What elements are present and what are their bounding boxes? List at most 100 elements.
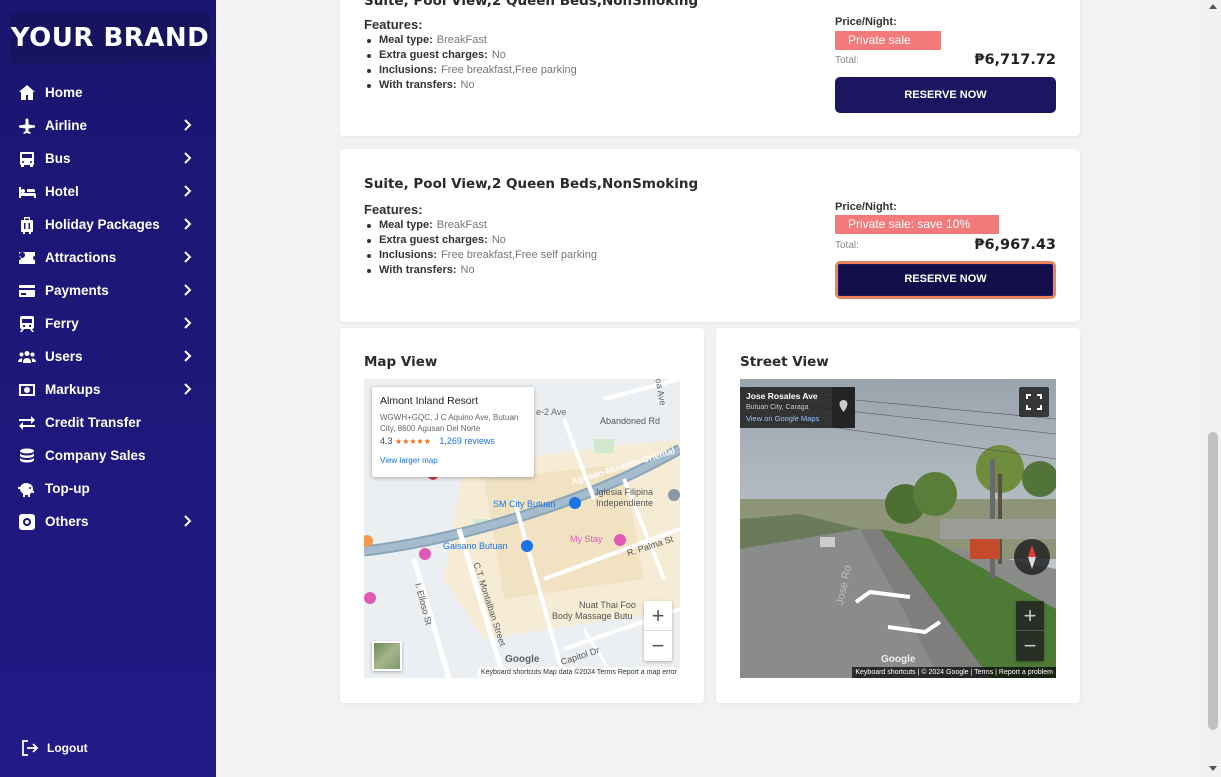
google-map[interactable]: oa Ave e-2 Ave Abandoned Rd t Agusan-Mis…: [364, 379, 680, 678]
feature-item: Meal type: BreakFast: [364, 33, 577, 48]
sidebar-item-holiday-packages[interactable]: Holiday Packages: [0, 208, 216, 241]
star-rating-icon: ★★★★★: [395, 437, 431, 446]
zoom-out-button[interactable]: −: [644, 631, 672, 661]
feature-item: With transfers: No: [364, 263, 597, 278]
transfer-icon: [17, 413, 37, 433]
chevron-right-icon: [180, 514, 194, 528]
coins-icon: [17, 446, 37, 466]
fullscreen-button[interactable]: [1019, 387, 1049, 417]
map-zoom-control: + −: [644, 601, 672, 661]
chevron-right-icon: [180, 316, 194, 330]
sidebar-item-label: Payments: [45, 283, 109, 298]
reserve-now-button[interactable]: RESERVE NOW: [835, 261, 1056, 299]
zoom-in-button[interactable]: +: [1016, 601, 1044, 631]
sidebar-item-home[interactable]: Home: [0, 76, 216, 109]
scroll-thumb[interactable]: [1208, 432, 1218, 730]
map-label: Independiente: [596, 498, 654, 508]
map-label: Abandoned Rd: [600, 416, 661, 426]
sidebar-item-label: Bus: [45, 151, 71, 166]
place-address: WGWH+GQC, J C Aquino Ave, Butuan City, 8…: [380, 413, 519, 433]
features-list: Meal type: BreakFast Extra guest charges:…: [364, 218, 597, 278]
users-icon: [17, 347, 37, 367]
street-view-card: Street View Jose Ro Jose Rosales Ave But…: [716, 328, 1080, 703]
zoom-in-button[interactable]: +: [644, 601, 672, 631]
logout-button[interactable]: Logout: [19, 738, 88, 758]
feature-item: Extra guest charges: No: [364, 48, 577, 63]
street-view-panorama[interactable]: Jose Ro Jose Rosales Ave Butuan City, Ca…: [740, 379, 1056, 678]
sidebar-item-attractions[interactable]: Attractions: [0, 241, 216, 274]
street-view-title: Street View: [740, 354, 829, 370]
piggy-bank-icon: [17, 479, 37, 499]
map-label: Gaisano Butuan: [443, 541, 508, 551]
logout-label: Logout: [47, 741, 88, 755]
sidebar-item-credit-transfer[interactable]: Credit Transfer: [0, 406, 216, 439]
feature-item: With transfers: No: [364, 78, 577, 93]
sidebar-item-top-up[interactable]: Top-up: [0, 472, 216, 505]
place-rating: 4.3 ★★★★★ 1,269 reviews: [380, 436, 495, 446]
room-title: Suite, Pool View,2 Queen Beds,NonSmoking: [364, 176, 699, 192]
sidebar-item-payments[interactable]: Payments: [0, 274, 216, 307]
page-scrollbar[interactable]: [1205, 0, 1221, 777]
total-price: ₱6,967.43: [974, 237, 1056, 253]
sidebar-item-label: Attractions: [45, 250, 117, 265]
credit-card-icon: [17, 281, 37, 301]
room-title: Suite, Pool View,2 Queen Beds,NonSmoking: [364, 0, 699, 9]
sidebar-item-company-sales[interactable]: Company Sales: [0, 439, 216, 472]
zoom-out-button[interactable]: −: [1016, 631, 1044, 661]
pin-icon: [839, 400, 848, 412]
sidebar-item-label: Holiday Packages: [45, 217, 160, 232]
sidebar-item-others[interactable]: Others: [0, 505, 216, 538]
feature-item: Extra guest charges: No: [364, 233, 597, 248]
view-larger-map-link[interactable]: View larger map: [380, 456, 526, 465]
sidebar-item-markups[interactable]: Markups: [0, 373, 216, 406]
sidebar-item-hotel[interactable]: Hotel: [0, 175, 216, 208]
luggage-icon: [17, 215, 37, 235]
room-card: Suite, Pool View,2 Queen Beds,NonSmoking…: [340, 149, 1080, 322]
reviews-link[interactable]: 1,269 reviews: [439, 436, 495, 446]
sidebar-item-label: Users: [45, 349, 83, 364]
room-card: Suite, Pool View,2 Queen Beds,NonSmoking…: [340, 0, 1080, 136]
chevron-right-icon: [180, 151, 194, 165]
others-icon: [17, 512, 37, 532]
map-label: Nuat Thai Foo: [579, 600, 636, 610]
features-heading: Features:: [364, 202, 423, 217]
sidebar-item-airline[interactable]: Airline: [0, 109, 216, 142]
promo-badge: Private sale: [835, 31, 941, 50]
sidebar-nav: Home Airline Bus Hotel Holiday Packages Attra…: [0, 76, 216, 538]
map-label: Iglesia Filipina: [596, 487, 654, 497]
map-label: e-2 Ave: [536, 407, 567, 417]
map-label: My Stay: [570, 534, 603, 544]
brand-logo[interactable]: YOUR BRAND: [10, 13, 210, 63]
chevron-right-icon: [180, 118, 194, 132]
satellite-toggle[interactable]: [372, 641, 402, 671]
reserve-now-button[interactable]: RESERVE NOW: [835, 77, 1056, 113]
sidebar-item-bus[interactable]: Bus: [0, 142, 216, 175]
chevron-right-icon: [180, 250, 194, 264]
map-attribution[interactable]: Keyboard shortcuts Map data ©2024 Terms …: [477, 667, 680, 678]
bus-icon: [17, 149, 37, 169]
sidebar-item-label: Markups: [45, 382, 101, 397]
chevron-right-icon: [180, 283, 194, 297]
scroll-up-arrow[interactable]: [1209, 4, 1217, 9]
place-info-card: Almont Inland Resort WGWH+GQC, J C Aquin…: [372, 387, 534, 477]
feature-item: Meal type: BreakFast: [364, 218, 597, 233]
map-card: Map View oa Ave e-2 Ave Abandoned Rd Agu…: [340, 328, 704, 703]
feature-item: Inclusions: Free breakfast,Free self park…: [364, 248, 597, 263]
feature-item: Inclusions: Free breakfast,Free parking: [364, 63, 577, 78]
location-pin-button[interactable]: [832, 387, 855, 428]
map-view-title: Map View: [364, 354, 438, 370]
features-list: Meal type: BreakFast Extra guest charges:…: [364, 33, 577, 93]
price-label: Price/Night:: [835, 16, 897, 28]
sidebar-item-label: Top-up: [45, 481, 90, 496]
sidebar-item-ferry[interactable]: Ferry: [0, 307, 216, 340]
compass-button[interactable]: [1014, 539, 1050, 575]
ticket-icon: [17, 248, 37, 268]
google-logo: Google: [505, 654, 540, 665]
street-attribution[interactable]: Keyboard shortcuts | © 2024 Google | Ter…: [852, 667, 1056, 678]
scroll-down-arrow[interactable]: [1209, 766, 1217, 771]
total-label: Total:: [835, 55, 859, 66]
airplane-icon: [17, 116, 37, 136]
map-label: Body Massage Butu: [552, 611, 633, 621]
sidebar-item-users[interactable]: Users: [0, 340, 216, 373]
sidebar-item-label: Home: [45, 85, 83, 100]
